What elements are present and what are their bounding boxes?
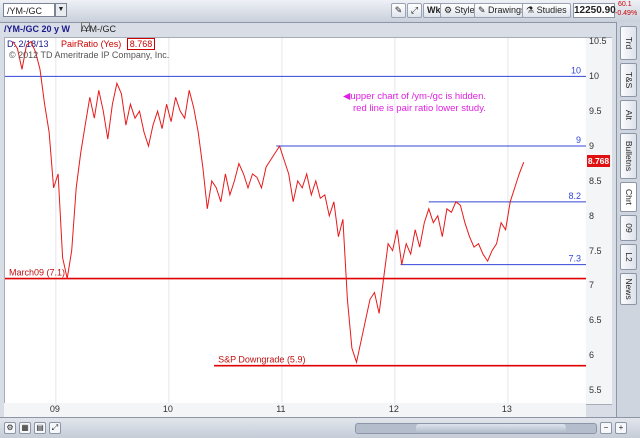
current-value-badge: 8.768 — [587, 155, 610, 168]
right-tab-bar: Trd T&S Alt Bulletns Chrt 09 L2 News — [616, 22, 640, 417]
tab-ts[interactable]: T&S — [620, 63, 637, 97]
symbol-dropdown-icon[interactable]: ▼ — [55, 3, 67, 17]
studies-icon: ⚗ — [526, 5, 537, 15]
y-tick-label: 10 — [589, 71, 600, 82]
studies-button[interactable]: ⚗ Studies — [522, 3, 571, 18]
trend-line-label-4: March09 (7.1) — [9, 268, 65, 278]
symbol-legend-label: /YM-/GC — [81, 24, 116, 34]
tab-alt[interactable]: Alt — [620, 100, 637, 130]
tab-label: Chrt — [623, 188, 634, 206]
y-tick-label: 8 — [589, 210, 595, 221]
gear-icon[interactable]: ⚙ — [4, 422, 16, 434]
scroll-thumb[interactable] — [416, 424, 566, 433]
chart-toolbar: /YM-/GC ▼ ✎ ⤢ Wk ⚙ Style ✎ Drawings ⚗ St… — [0, 0, 640, 23]
net-change: 60.1 — [618, 1, 632, 8]
trend-line-label-0: 10 — [571, 65, 581, 75]
y-tick-label: 7 — [589, 280, 595, 291]
copyright-text: © 2012 TD Ameritrade IP Company, Inc. — [9, 50, 170, 60]
price-axis[interactable]: 10.5 10 9.5 9 8.5 8 7.5 7 6.5 6 5.5 — [586, 36, 612, 405]
time-axis[interactable]: 09 10 11 12 13 — [4, 403, 586, 418]
percent-change: -0.49% — [615, 10, 638, 17]
style-button[interactable]: ⚙ Style — [440, 3, 479, 18]
y-tick-label: 9.5 — [589, 106, 602, 117]
y-tick-label: 6 — [589, 350, 595, 361]
symbol-input[interactable]: /YM-/GC — [3, 3, 55, 17]
time-scrollbar[interactable] — [355, 423, 597, 434]
layout-icon[interactable]: ▤ — [34, 422, 46, 434]
studies-label: Studies — [536, 5, 567, 15]
app-window: /YM-/GC ▼ ✎ ⤢ Wk ⚙ Style ✎ Drawings ⚗ St… — [0, 0, 640, 438]
tab-l2[interactable]: L2 — [620, 244, 637, 270]
tab-label: L2 — [623, 252, 634, 262]
bottom-toolbar: ⚙ ▦ ▤ ⤢ − + — [0, 417, 640, 438]
chart-header: /YM-/GC 20 y W /YM-/GC — [4, 22, 586, 36]
study-title[interactable]: /YM-/GC 20 y W — [4, 22, 70, 36]
tab-09[interactable]: 09 — [620, 215, 637, 241]
style-icon: ⚙ — [444, 5, 455, 15]
x-tick-label: 10 — [162, 404, 173, 414]
tab-trd[interactable]: Trd — [620, 26, 637, 60]
tab-chrt[interactable]: Chrt — [620, 182, 637, 212]
annotation-line-2: red line is pair ratio lower study. — [353, 103, 486, 114]
drawings-label: Drawings — [488, 5, 526, 15]
last-price: 12250.90 — [573, 3, 616, 18]
y-tick-label: 5.5 — [589, 385, 602, 396]
pair-ratio-chart: 10 9 8.2 7.3 March09 (7.1) S&P Downgrade (5.9… — [5, 38, 587, 404]
annotation-line-1-text: upper chart of /ym-/gc is hidden. — [350, 91, 487, 102]
tab-bulletns[interactable]: Bulletns — [620, 133, 637, 179]
tab-news[interactable]: News — [620, 273, 637, 305]
zoom-in-icon[interactable]: + — [615, 422, 627, 434]
annotation-note: ◀upper chart of /ym-/gc is hidden. red l… — [343, 91, 486, 115]
chart-plot-area[interactable]: D: 2/18/13 PairRatio (Yes) 8.768 10 9 8.2 7… — [4, 37, 588, 405]
tab-label: Trd — [623, 36, 634, 50]
x-tick-label: 11 — [276, 404, 286, 414]
pencil-icon: ✎ — [478, 5, 489, 15]
style-label: Style — [454, 5, 475, 15]
tab-label: 09 — [623, 223, 634, 233]
grid-icon[interactable]: ▦ — [19, 422, 31, 434]
trend-line-label-3: 7.3 — [568, 254, 581, 264]
trend-line-label-2: 8.2 — [568, 191, 581, 201]
y-tick-label: 10.5 — [589, 36, 607, 47]
tab-label: Alt — [623, 110, 634, 120]
crosshair-icon[interactable]: ✎ — [391, 3, 406, 18]
trend-line-label-5: S&P Downgrade (5.9) — [218, 355, 305, 365]
annotation-line-1: ◀upper chart of /ym-/gc is hidden. — [343, 91, 486, 103]
zoom-out-icon[interactable]: − — [600, 422, 612, 434]
y-tick-label: 8.5 — [589, 175, 602, 186]
y-tick-label: 7.5 — [589, 245, 602, 256]
x-tick-label: 12 — [388, 404, 399, 414]
trend-line-label-1: 9 — [576, 135, 581, 145]
y-tick-label: 9 — [589, 141, 595, 152]
y-tick-label: 6.5 — [589, 315, 602, 326]
expand-icon[interactable]: ⤢ — [49, 422, 61, 434]
tab-label: Bulletns — [623, 140, 634, 172]
zoom-icon[interactable]: ⤢ — [407, 3, 422, 18]
tab-label: News — [623, 278, 634, 300]
x-tick-label: 13 — [501, 404, 512, 414]
tab-label: T&S — [623, 71, 634, 89]
x-tick-label: 09 — [49, 404, 60, 414]
